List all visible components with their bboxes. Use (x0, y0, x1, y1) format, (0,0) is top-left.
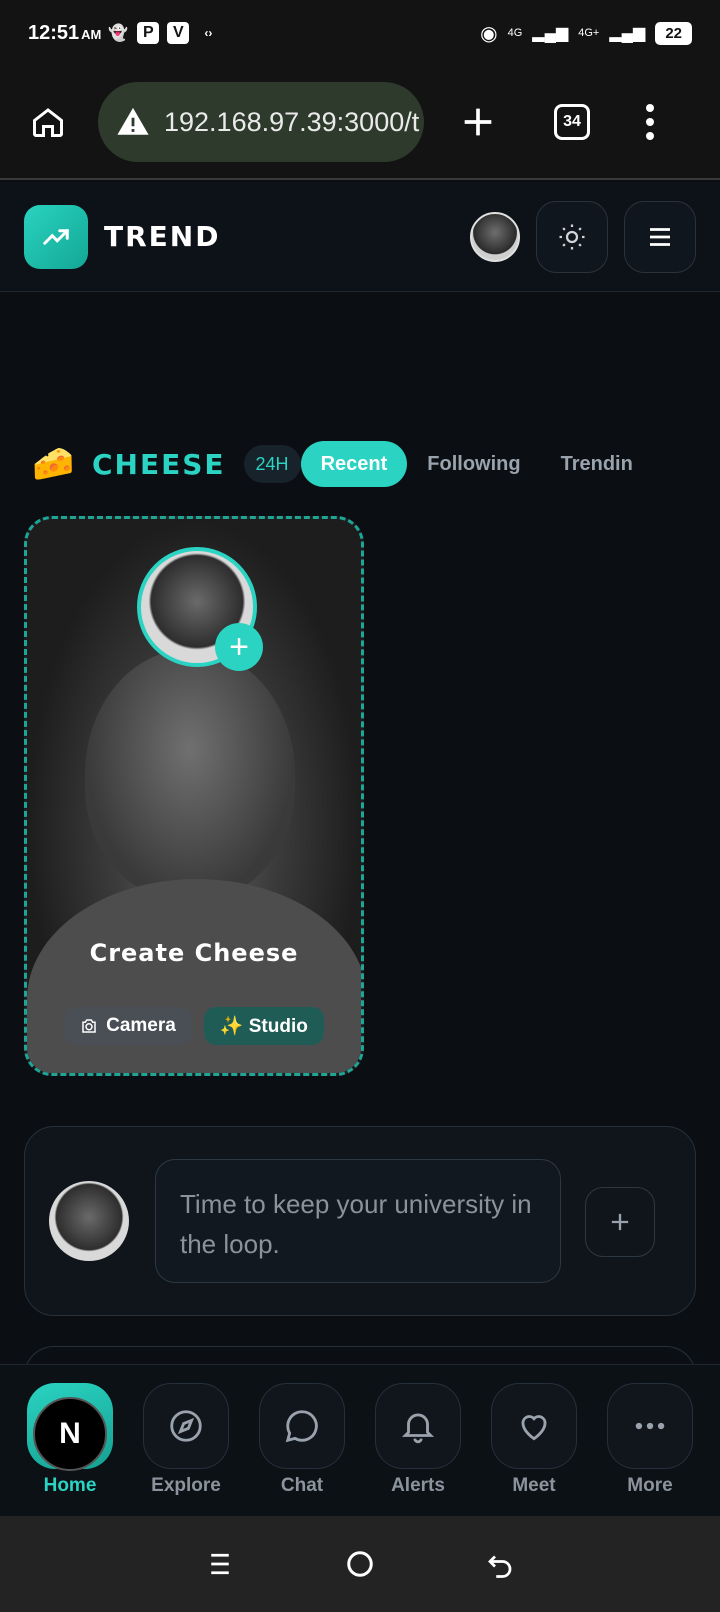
nav-label-meet: Meet (512, 1475, 556, 1496)
hamburger-icon (650, 227, 670, 246)
nav-label-chat: Chat (280, 1475, 324, 1496)
nav-label-alerts: Alerts (391, 1475, 445, 1496)
nav-home[interactable]: N Home (16, 1383, 124, 1516)
chat-icon (285, 1410, 318, 1443)
network-1: 4G (507, 27, 523, 39)
bell-icon (401, 1413, 435, 1444)
warning-icon (117, 107, 149, 135)
trend-logo-icon[interactable] (24, 204, 88, 269)
camera-button[interactable]: Camera (64, 1007, 192, 1045)
nav-alerts[interactable]: Alerts (364, 1383, 472, 1516)
bottom-nav: N Home Explore Chat Alerts Meet More (0, 1364, 720, 1516)
add-cheese-icon[interactable]: + (215, 623, 263, 671)
nav-more[interactable]: More (596, 1383, 704, 1516)
status-time: 12:51 AM (28, 21, 102, 44)
menu-button[interactable] (624, 200, 696, 273)
back-icon[interactable] (485, 1549, 515, 1579)
nav-label-explore: Explore (151, 1475, 221, 1496)
create-actions: Camera ✨ Studio (27, 1007, 361, 1045)
more-dots-icon (635, 1422, 665, 1430)
snapchat-icon: 👻 (108, 25, 129, 42)
tab-trending[interactable]: Trendin (541, 441, 653, 487)
brand-name[interactable]: TREND (104, 220, 220, 253)
notification-icons: 👻 P V ‹› (107, 22, 219, 44)
code-icon: ‹› (204, 26, 213, 40)
profile-avatar[interactable] (470, 211, 520, 262)
cheese-icon: 🧀 (32, 445, 75, 483)
sun-icon (559, 224, 585, 249)
system-nav-bar (0, 1516, 720, 1612)
app-logo-icon: N (33, 1397, 107, 1471)
cheese-title: CHEESE (92, 447, 226, 481)
theme-toggle-button[interactable] (536, 200, 608, 273)
post-composer: Time to keep your university in the loop… (24, 1126, 696, 1316)
add-post-button[interactable] (585, 1187, 655, 1257)
home-circle-icon[interactable] (345, 1549, 375, 1579)
home-icon[interactable] (24, 98, 72, 146)
hotspot-icon: ◉ (480, 22, 498, 45)
24h-badge[interactable]: 24H (243, 445, 301, 483)
browser-toolbar: 192.168.97.39:3000/t 34 (0, 66, 720, 180)
v-app-icon: V (167, 22, 190, 44)
nav-label-home: Home (43, 1475, 97, 1496)
heart-icon (521, 1415, 547, 1441)
composer-avatar[interactable] (49, 1181, 129, 1261)
network-2: 4G+ (578, 27, 600, 39)
browser-menu-icon[interactable] (644, 104, 656, 140)
new-tab-icon[interactable] (458, 102, 498, 142)
signal-icon-2: ▂▄▆ (609, 25, 646, 42)
app-header: TREND (0, 182, 720, 292)
post-input[interactable]: Time to keep your university in the loop… (155, 1159, 561, 1283)
compass-icon (170, 1410, 202, 1442)
camera-icon (82, 1019, 96, 1033)
status-right: ◉ 4G ▂▄▆ 4G+ ▂▄▆ 22 (480, 21, 692, 46)
create-cheese-title: Create Cheese (89, 939, 299, 967)
recent-apps-icon[interactable] (205, 1549, 235, 1579)
signal-icon: ▂▄▆ (532, 25, 569, 42)
nav-chat[interactable]: Chat (248, 1383, 356, 1516)
nav-label-more: More (627, 1475, 673, 1496)
camera-label: Camera (106, 1015, 176, 1036)
url-text: 192.168.97.39:3000/t (164, 106, 420, 137)
nav-meet[interactable]: Meet (480, 1383, 588, 1516)
tab-recent[interactable]: Recent (300, 441, 408, 487)
create-cheese-card[interactable]: + Create Cheese Camera ✨ Studio (24, 516, 364, 1076)
studio-label: ✨ Studio (219, 1016, 308, 1037)
nav-explore[interactable]: Explore (132, 1383, 240, 1516)
background-photo-body (27, 879, 361, 1073)
home-nav-icon: N (27, 1383, 113, 1471)
background-photo (85, 649, 295, 899)
studio-button[interactable]: ✨ Studio (203, 1007, 324, 1045)
status-bar: 12:51 AM 👻 P V ‹› ◉ 4G ▂▄▆ 4G+ ▂▄▆ 22 (0, 0, 720, 66)
tab-switcher-button[interactable]: 34 (554, 104, 590, 140)
p-app-icon: P (137, 22, 160, 44)
plus-icon (611, 1213, 629, 1231)
address-bar[interactable]: 192.168.97.39:3000/t (98, 82, 424, 162)
cheese-filter-row: 🧀 CHEESE 24H Recent Following Trendin (32, 440, 720, 488)
battery-level: 22 (655, 21, 692, 45)
tab-following[interactable]: Following (407, 441, 540, 487)
